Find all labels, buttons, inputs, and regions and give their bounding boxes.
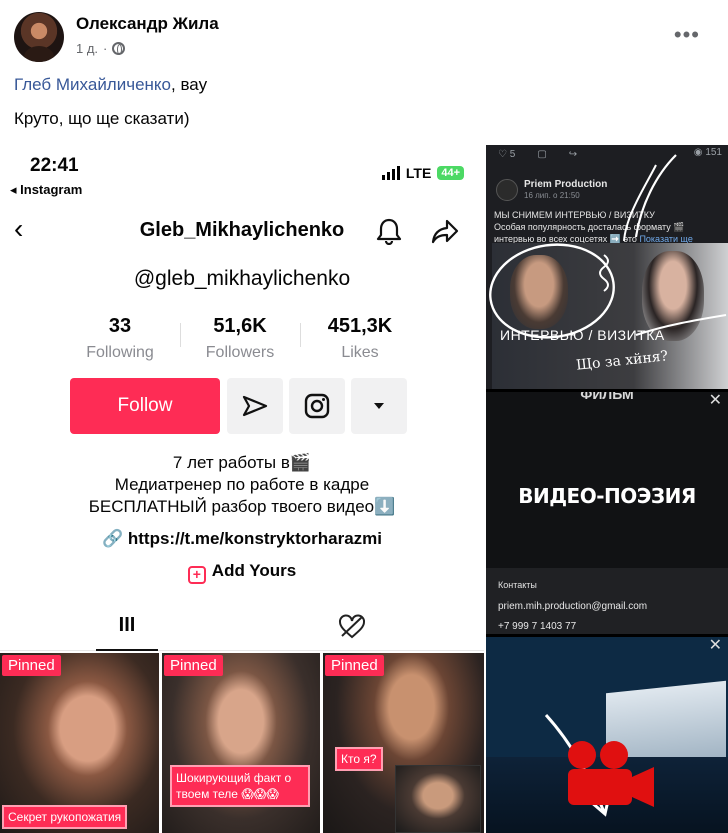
- bio-line: Медиатренер по работе в кадре: [114, 475, 370, 494]
- author-avatar[interactable]: [14, 12, 64, 62]
- tab-videos: III: [96, 601, 158, 651]
- message-button: [227, 378, 283, 434]
- video-thumbnail: Pinned Кто я?: [323, 653, 484, 833]
- vk-post-screenshot: ♡ 5 ▢ ↪ ◉ 151 Priem Production 16 лип. о…: [486, 145, 728, 389]
- tab-liked: [322, 609, 382, 645]
- dropdown-button: [351, 378, 407, 434]
- add-yours-label: Add Yours: [211, 561, 297, 580]
- pinned-badge: Pinned: [325, 655, 384, 676]
- globe-icon: [112, 42, 126, 55]
- profile-tabs: III: [0, 601, 484, 651]
- stat-label: Followers: [205, 344, 275, 361]
- link-icon: 🔗: [101, 529, 124, 548]
- video-thumbnail: Pinned Шокирующий факт о твоем теле 😱😱😱: [162, 653, 320, 833]
- film-title: ФИЛЬМ: [580, 392, 634, 402]
- stat-number: 33: [108, 315, 132, 337]
- stat-likes: 451,3K Likes: [300, 315, 420, 362]
- post-header: Олександр Жила 1 д. · •••: [14, 12, 714, 64]
- instagram-icon: [304, 393, 330, 419]
- follow-button: Follow: [70, 378, 220, 434]
- hidden-heart-icon: [339, 614, 365, 639]
- contacts-screenshot: ФИЛЬМ ✕ ВИДЕО-ПОЭЗИЯ Контакты priem.mih.…: [486, 392, 728, 634]
- status-time: 22:41: [30, 155, 79, 176]
- video-caption: Кто я?: [335, 747, 383, 771]
- status-indicators: LTE 44+: [381, 165, 464, 181]
- cinema-screenshot: ✕: [486, 637, 728, 833]
- chevron-down-icon: [374, 403, 384, 409]
- mention-link[interactable]: Глеб Михайличенко: [14, 75, 171, 94]
- overlay-title: ИНТЕРВЬЮ / ВИЗИТКА: [500, 327, 665, 343]
- post-time[interactable]: 1 д.: [76, 41, 98, 56]
- stat-number: 51,6K: [213, 315, 267, 337]
- close-icon: ✕: [708, 392, 722, 409]
- video-poetry-title: ВИДЕО-ПОЭЗИЯ: [518, 484, 696, 508]
- pinned-badge: Pinned: [164, 655, 223, 676]
- bio-line: 7 лет работы в🎬: [172, 453, 312, 472]
- mention-line: Глеб Михайличенко, вау: [14, 75, 207, 95]
- more-options-button[interactable]: •••: [674, 22, 700, 48]
- camera-logo: [544, 713, 654, 817]
- instagram-button: [289, 378, 345, 434]
- contact-email: priem.mih.production@gmail.com: [498, 601, 648, 612]
- handwriting-scribbles: [489, 154, 727, 339]
- profile-link: https://t.me/konstryktorharazmi: [127, 529, 382, 548]
- right-screenshots[interactable]: ♡ 5 ▢ ↪ ◉ 151 Priem Production 16 лип. о…: [486, 145, 728, 833]
- mention-suffix: , вау: [171, 75, 208, 94]
- stat-following: 33 Following: [60, 315, 180, 362]
- back-to-instagram: ◂ Instagram: [10, 182, 83, 197]
- stat-number: 451,3K: [327, 315, 393, 337]
- bell-icon: [376, 218, 402, 245]
- signal-icon: [381, 166, 400, 180]
- post-meta: 1 д. ·: [76, 41, 126, 56]
- profile-link-row: 🔗 https://t.me/konstryktorharazmi: [0, 529, 484, 549]
- battery-icon: 44+: [437, 166, 464, 180]
- profile-stats: 33 Following 51,6K Followers 451,3K Like…: [60, 315, 420, 365]
- profile-username-title: Gleb_Mikhaylichenko: [139, 219, 345, 241]
- stat-label: Following: [86, 344, 154, 361]
- dot-separator: ·: [103, 41, 108, 56]
- add-yours: + Add Yours: [0, 561, 484, 584]
- author-name[interactable]: Олександр Жила: [76, 14, 219, 34]
- network-type: LTE: [405, 165, 432, 181]
- contacts-label: Контакты: [498, 580, 537, 590]
- video-caption: Шокирующий факт о твоем теле 😱😱😱: [170, 765, 310, 807]
- video-grid: Pinned Секрет рукопожатия Pinned Шокирую…: [0, 653, 484, 833]
- post-body: Круто, що ще сказати): [14, 109, 190, 128]
- tiktok-profile-screenshot[interactable]: 22:41 ◂ Instagram LTE 44+ ‹ Gleb_Mikhayl…: [0, 145, 484, 833]
- stat-label: Likes: [341, 344, 379, 361]
- share-icon: [431, 219, 459, 244]
- contact-phone: +7 999 7 1403 77: [498, 621, 577, 632]
- video-thumbnail: Pinned Секрет рукопожатия: [0, 653, 159, 833]
- profile-bio: 7 лет работы в🎬 Медиатренер по работе в …: [0, 452, 484, 518]
- stat-followers: 51,6K Followers: [180, 315, 300, 362]
- video-caption: Секрет рукопожатия: [2, 805, 128, 829]
- profile-handle: @gleb_mikhaylichenko: [133, 267, 351, 290]
- send-icon: [242, 395, 268, 417]
- pinned-badge: Pinned: [2, 655, 61, 676]
- plus-icon: +: [187, 566, 206, 584]
- bio-line: БЕСПЛАТНЫЙ разбор твоего видео⬇️: [88, 497, 396, 516]
- profile-nav: ‹ Gleb_Mikhaylichenko: [0, 211, 484, 251]
- inset-photo: [395, 765, 481, 833]
